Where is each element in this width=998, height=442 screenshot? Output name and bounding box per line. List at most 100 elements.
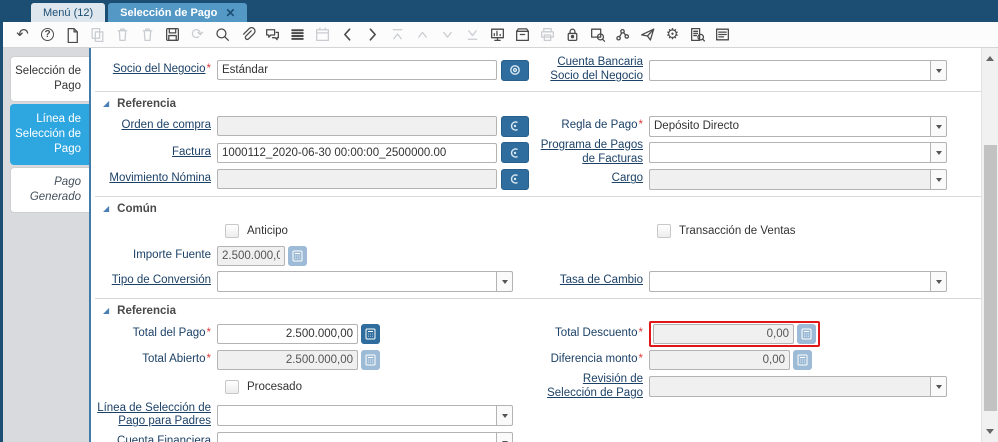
lock-icon[interactable] (560, 26, 585, 44)
tab-seleccion-de-pago-label: Selección de Pago (120, 6, 218, 19)
linea-seleccion-padres-input[interactable] (217, 404, 496, 426)
tab-seleccion-de-pago[interactable]: Selección de Pago ✕ (108, 3, 248, 22)
sidebar-tab-2[interactable]: Pago Generado (10, 166, 89, 213)
window-tab-bar: Menú (12) Selección de Pago ✕ (3, 0, 998, 22)
close-icon[interactable]: ✕ (225, 6, 235, 20)
tab-menu[interactable]: Menú (12) (31, 3, 106, 22)
cuenta-financiera-label[interactable]: Cuenta Financiera (97, 435, 211, 442)
vertical-scrollbar[interactable] (981, 48, 998, 442)
tipo-conversion-combobox (217, 270, 513, 292)
linea-seleccion-padres-dropdown-button[interactable] (496, 404, 513, 426)
attachment-icon[interactable] (235, 26, 260, 44)
revision-seleccion-dropdown-button[interactable] (930, 376, 947, 398)
undo-icon[interactable]: ↶ (10, 26, 35, 44)
cargo-field (649, 168, 949, 190)
cuenta-bancaria-socio-input[interactable] (649, 59, 930, 81)
cuenta-financiera-input[interactable] (217, 431, 496, 442)
tasa-cambio-field (649, 270, 949, 292)
cuenta-bancaria-dropdown-button[interactable] (930, 59, 947, 81)
total-del-pago-calculator-button[interactable] (361, 324, 380, 345)
preferences-icon[interactable]: ⚙ (660, 26, 685, 44)
orden-de-compra-search-button[interactable] (501, 115, 529, 137)
cargo-label[interactable]: Cargo (533, 172, 643, 186)
diferencia-monto-input (649, 350, 790, 371)
sidebar-tab-1[interactable]: Línea de Selección de Pago (10, 103, 89, 165)
socio-del-negocio-input[interactable] (217, 60, 497, 80)
regla-de-pago-label: Regla de Pago* (561, 119, 643, 132)
save-icon[interactable] (160, 26, 185, 44)
importe-fuente-calculator-button (288, 246, 307, 267)
sidebar-tab-0[interactable]: Selección de Pago (10, 56, 89, 102)
help-icon[interactable]: ? (35, 26, 60, 44)
tipo-conversion-label[interactable]: Tipo de Conversión (97, 274, 211, 288)
cargo-dropdown-button[interactable] (930, 168, 947, 190)
anticipo-checkbox[interactable] (225, 224, 239, 239)
total-del-pago-input[interactable] (217, 324, 358, 345)
procesado-checkbox[interactable] (225, 379, 239, 394)
form-row: Importe Fuente (95, 244, 981, 268)
customize-icon[interactable] (710, 26, 735, 44)
scroll-up-icon[interactable] (986, 52, 994, 61)
chevron-down-icon (935, 385, 942, 392)
previous-record-icon[interactable] (335, 26, 360, 44)
form-row: Socio del Negocio* Cuenta Bancaria Socio… (95, 54, 981, 86)
collapse-icon[interactable]: ◢ (103, 306, 109, 315)
revision-seleccion-input (649, 376, 930, 398)
total-del-pago-amount (217, 324, 380, 345)
diferencia-monto-field (649, 350, 949, 371)
archive-icon[interactable] (510, 26, 535, 44)
workflow-icon[interactable] (610, 26, 635, 44)
linea-seleccion-padres-label[interactable]: Línea de Selección de Pago para Padres (97, 402, 211, 429)
collapse-icon[interactable]: ◢ (103, 204, 109, 213)
tipo-conversion-dropdown-button[interactable] (496, 270, 513, 292)
scrollbar-thumb[interactable] (983, 145, 997, 411)
send-mail-icon[interactable] (635, 26, 660, 44)
report-icon[interactable] (685, 26, 710, 44)
socio-del-negocio-label[interactable]: Socio del Negocio* (97, 63, 211, 77)
copy-record-icon (85, 26, 110, 44)
programa-pagos-input[interactable] (649, 142, 930, 164)
tipo-conversion-input[interactable] (217, 270, 496, 292)
revision-seleccion-label[interactable]: Revisión de Selección de Pago (533, 373, 643, 400)
section-comun: ◢ Común Anticipo Transacción de Ventas I… (95, 196, 981, 293)
tasa-cambio-label[interactable]: Tasa de Cambio (533, 274, 643, 288)
programa-pagos-dropdown-button[interactable] (930, 142, 947, 164)
programa-pagos-label[interactable]: Programa de Pagos de Facturas (533, 139, 643, 166)
factura-label[interactable]: Factura (97, 146, 211, 160)
total-descuento-calculator-button (797, 324, 816, 345)
cuenta-financiera-dropdown-button[interactable] (496, 431, 513, 442)
regla-de-pago-input[interactable] (649, 115, 930, 137)
movimiento-nomina-label[interactable]: Movimiento Nómina (97, 172, 211, 186)
orden-de-compra-label[interactable]: Orden de compra (97, 119, 212, 133)
toolbar: ↶? ⟳ ⚙ (3, 22, 998, 48)
regla-de-pago-combobox (649, 115, 947, 137)
tasa-cambio-dropdown-button[interactable] (930, 270, 947, 292)
find-icon[interactable] (210, 26, 235, 44)
factura-search-button[interactable] (501, 142, 529, 164)
new-record-icon[interactable] (60, 26, 85, 44)
next-record-icon[interactable] (360, 26, 385, 44)
socio-del-negocio-field (217, 59, 531, 81)
cuenta-bancaria-socio-label[interactable]: Cuenta Bancaria Socio del Negocio (533, 56, 643, 83)
form-row: Total del Pago* Total Descuento* (95, 321, 981, 348)
movimiento-nomina-search-button[interactable] (501, 168, 529, 190)
programa-pagos-field (649, 142, 949, 164)
section-title: Común (117, 202, 157, 215)
section-title: Referencia (117, 304, 176, 317)
regla-de-pago-dropdown-button[interactable] (930, 115, 947, 137)
scroll-down-icon[interactable] (986, 429, 994, 438)
procesado-field: Procesado (217, 379, 531, 394)
chat-icon[interactable] (260, 26, 285, 44)
form-row: Línea de Selección de Pago para Padres (95, 401, 981, 429)
chart-icon[interactable] (485, 26, 510, 44)
total-descuento-highlighted-amount (649, 321, 820, 348)
transaccion-ventas-field: Transacción de Ventas (649, 224, 949, 239)
tasa-cambio-input[interactable] (649, 270, 930, 292)
socio-del-negocio-info-button[interactable] (501, 59, 529, 81)
zoom-across-icon[interactable] (585, 26, 610, 44)
transaccion-ventas-checkbox[interactable] (657, 224, 671, 239)
grid-toggle-icon[interactable] (285, 26, 310, 44)
factura-input[interactable] (217, 142, 497, 163)
form-row: Movimiento Nómina Cargo (95, 167, 981, 191)
collapse-icon[interactable]: ◢ (103, 99, 109, 108)
